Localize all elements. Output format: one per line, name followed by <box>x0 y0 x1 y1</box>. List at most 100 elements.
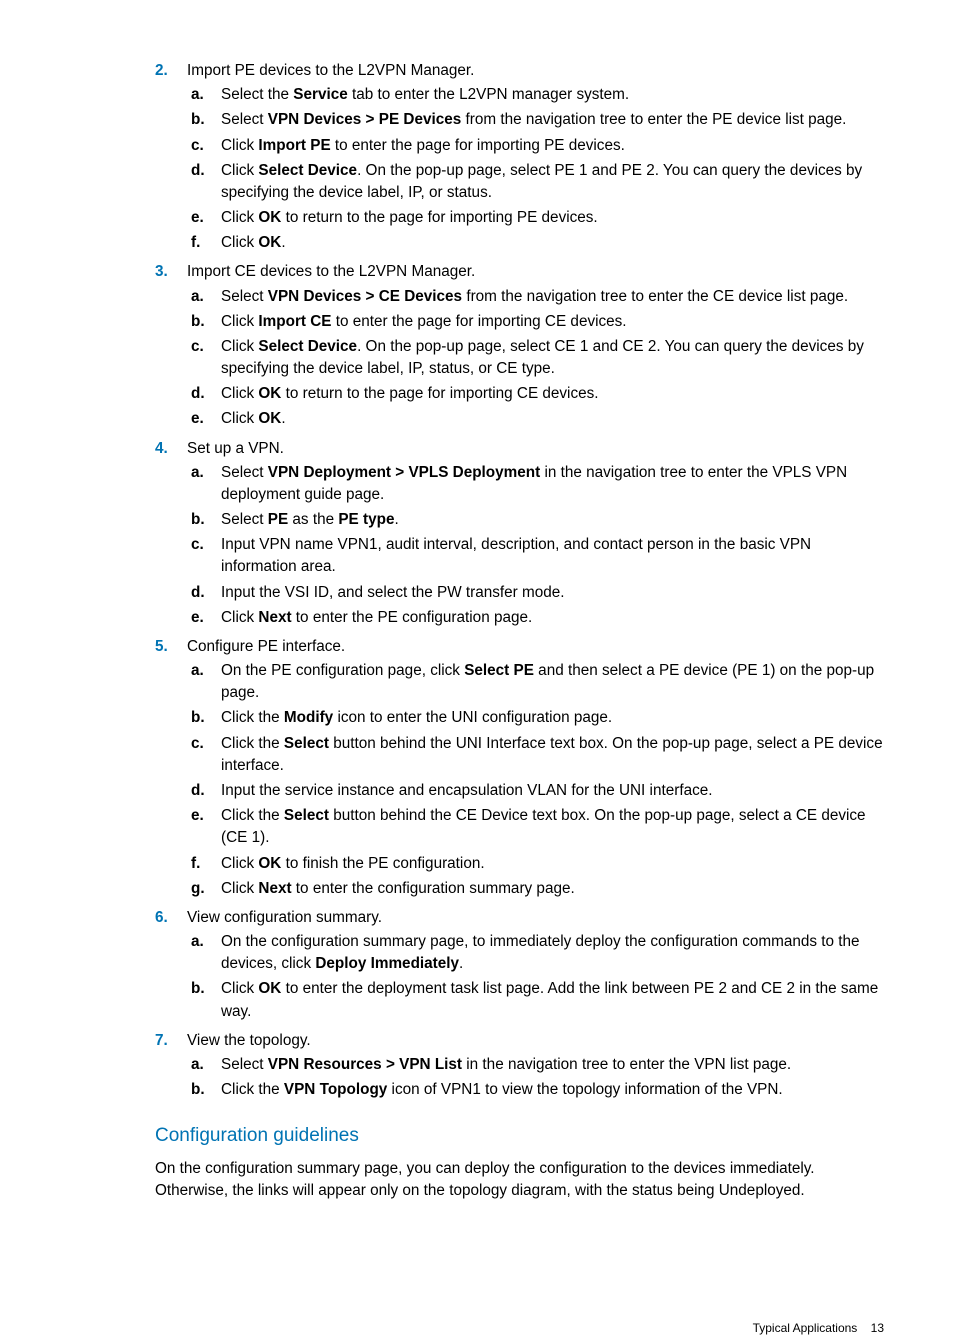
sub-step: a.On the PE configuration page, click Se… <box>191 660 884 704</box>
sub-step: a.Select VPN Resources > VPN List in the… <box>191 1054 884 1076</box>
sub-step-marker: e. <box>191 408 221 430</box>
bold-term: Next <box>258 880 291 897</box>
bold-term: Select <box>284 735 329 752</box>
step-text: Set up a VPN. <box>187 438 884 460</box>
sub-step: b.Click OK to enter the deployment task … <box>191 978 884 1022</box>
sub-step: e.Click Next to enter the PE configurati… <box>191 607 884 629</box>
sub-step-text: On the configuration summary page, to im… <box>221 931 884 975</box>
sub-step-text: Click OK. <box>221 408 884 430</box>
sub-step: a.Select VPN Devices > CE Devices from t… <box>191 286 884 308</box>
sub-step-text: Select VPN Devices > CE Devices from the… <box>221 286 884 308</box>
step-body: View the topology.a.Select VPN Resources… <box>187 1030 884 1105</box>
sub-step-marker: a. <box>191 286 221 308</box>
step-number: 2. <box>155 60 187 257</box>
procedure-step: 5.Configure PE interface.a.On the PE con… <box>155 636 884 903</box>
sub-step-list: a.On the PE configuration page, click Se… <box>191 660 884 900</box>
sub-step-marker: d. <box>191 383 221 405</box>
bold-term: OK <box>258 980 281 997</box>
sub-step: b.Click Import CE to enter the page for … <box>191 311 884 333</box>
step-number: 7. <box>155 1030 187 1105</box>
bold-term: PE type <box>338 511 394 528</box>
bold-term: Deploy Immediately <box>315 955 459 972</box>
bold-term: OK <box>258 410 281 427</box>
sub-step-text: Click Next to enter the PE configuration… <box>221 607 884 629</box>
sub-step-text: On the PE configuration page, click Sele… <box>221 660 884 704</box>
sub-step-marker: d. <box>191 582 221 604</box>
sub-step-marker: f. <box>191 853 221 875</box>
procedure-step: 7.View the topology.a.Select VPN Resourc… <box>155 1030 884 1105</box>
sub-step-text: Input the VSI ID, and select the PW tran… <box>221 582 884 604</box>
sub-step-marker: c. <box>191 534 221 578</box>
sub-step-marker: d. <box>191 160 221 204</box>
sub-step-list: a.Select the Service tab to enter the L2… <box>191 84 884 254</box>
page-footer: Typical Applications 13 <box>0 1320 954 1337</box>
sub-step-text: Click OK to enter the deployment task li… <box>221 978 884 1022</box>
step-number: 5. <box>155 636 187 903</box>
sub-step-text: Click OK. <box>221 232 884 254</box>
bold-term: OK <box>258 855 281 872</box>
sub-step-marker: b. <box>191 109 221 131</box>
bold-term: Service <box>293 86 347 103</box>
sub-step-marker: b. <box>191 311 221 333</box>
sub-step-list: a.Select VPN Deployment > VPLS Deploymen… <box>191 462 884 629</box>
bold-term: OK <box>258 209 281 226</box>
guidelines-paragraph: On the configuration summary page, you c… <box>155 1158 884 1202</box>
sub-step-text: Select VPN Devices > PE Devices from the… <box>221 109 884 131</box>
footer-section-title: Typical Applications <box>753 1321 858 1335</box>
sub-step-text: Click the Modify icon to enter the UNI c… <box>221 707 884 729</box>
step-number: 4. <box>155 438 187 632</box>
sub-step-marker: e. <box>191 207 221 229</box>
sub-step: b.Select PE as the PE type. <box>191 509 884 531</box>
numbered-procedure-list: 2.Import PE devices to the L2VPN Manager… <box>155 60 884 1104</box>
sub-step: d.Click OK to return to the page for imp… <box>191 383 884 405</box>
sub-step-marker: a. <box>191 931 221 975</box>
step-text: Configure PE interface. <box>187 636 884 658</box>
bold-term: PE <box>268 511 288 528</box>
sub-step: a.On the configuration summary page, to … <box>191 931 884 975</box>
sub-step-list: a.Select VPN Resources > VPN List in the… <box>191 1054 884 1101</box>
bold-term: Select PE <box>464 662 534 679</box>
bold-term: VPN Devices > PE Devices <box>268 111 461 128</box>
bold-term: Modify <box>284 709 333 726</box>
sub-step-list: a.Select VPN Devices > CE Devices from t… <box>191 286 884 431</box>
sub-step-list: a.On the configuration summary page, to … <box>191 931 884 1023</box>
procedure-step: 6.View configuration summary.a.On the co… <box>155 907 884 1026</box>
sub-step-text: Input VPN name VPN1, audit interval, des… <box>221 534 884 578</box>
step-body: Set up a VPN.a.Select VPN Deployment > V… <box>187 438 884 632</box>
procedure-step: 4.Set up a VPN.a.Select VPN Deployment >… <box>155 438 884 632</box>
sub-step-text: Click Select Device. On the pop-up page,… <box>221 336 884 380</box>
sub-step-marker: c. <box>191 135 221 157</box>
sub-step-marker: f. <box>191 232 221 254</box>
step-text: Import PE devices to the L2VPN Manager. <box>187 60 884 82</box>
sub-step: d.Input the service instance and encapsu… <box>191 780 884 802</box>
sub-step-text: Click Next to enter the configuration su… <box>221 878 884 900</box>
sub-step-marker: b. <box>191 1079 221 1101</box>
step-text: View the topology. <box>187 1030 884 1052</box>
bold-term: VPN Topology <box>284 1081 387 1098</box>
sub-step: b.Select VPN Devices > PE Devices from t… <box>191 109 884 131</box>
sub-step-text: Select VPN Deployment > VPLS Deployment … <box>221 462 884 506</box>
sub-step-marker: a. <box>191 84 221 106</box>
sub-step-marker: b. <box>191 509 221 531</box>
sub-step-text: Select PE as the PE type. <box>221 509 884 531</box>
sub-step: d.Input the VSI ID, and select the PW tr… <box>191 582 884 604</box>
sub-step-marker: a. <box>191 660 221 704</box>
step-body: View configuration summary.a.On the conf… <box>187 907 884 1026</box>
step-number: 3. <box>155 261 187 433</box>
sub-step-text: Select the Service tab to enter the L2VP… <box>221 84 884 106</box>
bold-term: Import CE <box>258 313 331 330</box>
bold-term: OK <box>258 385 281 402</box>
sub-step: b.Click the VPN Topology icon of VPN1 to… <box>191 1079 884 1101</box>
sub-step: e.Click the Select button behind the CE … <box>191 805 884 849</box>
step-number: 6. <box>155 907 187 1026</box>
sub-step: d.Click Select Device. On the pop-up pag… <box>191 160 884 204</box>
sub-step-marker: e. <box>191 607 221 629</box>
sub-step: a.Select the Service tab to enter the L2… <box>191 84 884 106</box>
sub-step-text: Select VPN Resources > VPN List in the n… <box>221 1054 884 1076</box>
sub-step: c.Click Select Device. On the pop-up pag… <box>191 336 884 380</box>
sub-step-marker: b. <box>191 707 221 729</box>
sub-step: e.Click OK to return to the page for imp… <box>191 207 884 229</box>
procedure-step: 3.Import CE devices to the L2VPN Manager… <box>155 261 884 433</box>
step-text: View configuration summary. <box>187 907 884 929</box>
sub-step-marker: c. <box>191 336 221 380</box>
